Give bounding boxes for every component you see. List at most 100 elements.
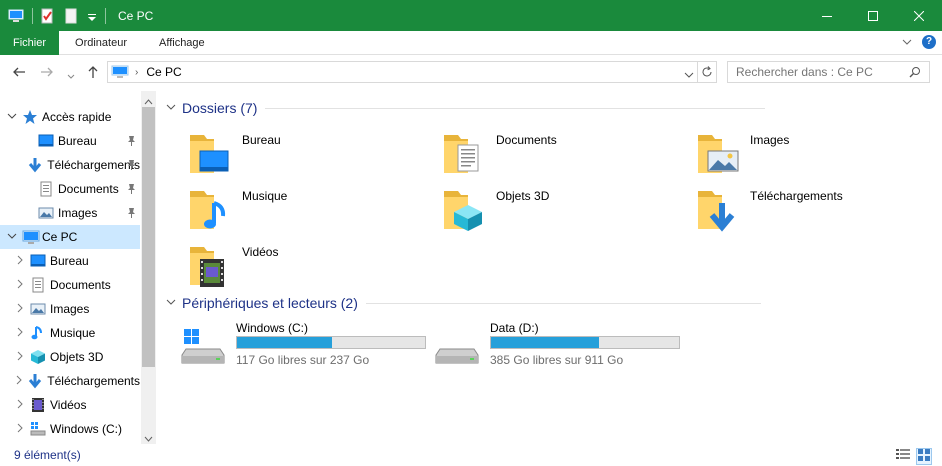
recent-locations-button[interactable] [67, 67, 75, 83]
sidebar-item-ce-pc[interactable]: Ce PC [0, 225, 140, 249]
drive-usage-bar [236, 336, 426, 349]
help-button[interactable]: ? [922, 35, 936, 49]
toolbar-separator [105, 7, 106, 24]
minimize-icon [822, 15, 832, 17]
drive-icon [30, 421, 46, 437]
image-icon [38, 205, 54, 221]
sidebar-item-musique[interactable]: Musique [0, 321, 140, 345]
new-folder-icon[interactable] [63, 8, 79, 24]
breadcrumb[interactable]: Ce PC [146, 65, 181, 79]
sidebar-item-telechargements[interactable]: Téléchargements [0, 369, 140, 393]
chevron-right-icon[interactable] [14, 399, 26, 412]
up-arrow-icon [88, 66, 98, 78]
collapse-chevron-icon[interactable] [166, 103, 176, 114]
sidebar-item-images[interactable]: Images [0, 297, 140, 321]
drive-data-d[interactable]: Data (D:) 385 Go libres sur 911 Go [434, 321, 688, 371]
sidebar-item-windows-c[interactable]: Windows (C:) [0, 417, 140, 441]
chevron-right-icon[interactable] [14, 423, 26, 436]
properties-icon[interactable] [39, 8, 55, 24]
folder-documents[interactable]: Documents [440, 129, 690, 179]
group-title: Périphériques et lecteurs (2) [182, 295, 358, 311]
image-icon [30, 301, 46, 317]
search-input[interactable] [736, 65, 906, 79]
folder-bureau[interactable]: Bureau [186, 129, 436, 179]
drives-group-header[interactable]: Périphériques et lecteurs (2) [166, 295, 761, 311]
details-view-button[interactable] [896, 448, 910, 465]
sidebar-item-images[interactable]: Images [0, 201, 140, 225]
close-button[interactable] [896, 0, 942, 31]
sidebar-item-label: Objets 3D [50, 350, 104, 364]
tab-ordinateur[interactable]: Ordinateur [59, 31, 143, 55]
folder-videos[interactable]: Vidéos [186, 241, 436, 291]
drive-windows-c[interactable]: Windows (C:) 117 Go libres sur 237 Go [180, 321, 434, 371]
sidebar-item-bureau[interactable]: Bureau [0, 249, 140, 273]
desktop-icon [38, 133, 54, 149]
downloads-folder-icon [694, 185, 742, 233]
group-divider [265, 107, 766, 109]
sidebar-item-acces-rapide[interactable]: Accès rapide [0, 105, 140, 129]
details-view-icon [896, 449, 910, 459]
folder-name: Documents [496, 133, 557, 147]
sidebar-item-documents[interactable]: Documents [0, 177, 140, 201]
address-history-button[interactable] [684, 68, 694, 82]
scroll-down-icon[interactable] [144, 431, 153, 445]
refresh-button[interactable] [697, 62, 716, 82]
folder-name: Vidéos [242, 245, 279, 259]
folders-group-header[interactable]: Dossiers (7) [166, 100, 766, 116]
sidebar-item-telechargements[interactable]: Téléchargements [0, 153, 140, 177]
chevron-right-icon[interactable] [14, 279, 26, 292]
sidebar-item-label: Ce PC [42, 230, 78, 244]
drive-usage-bar [490, 336, 680, 349]
tiles-view-button[interactable] [916, 448, 932, 465]
folder-name: Téléchargements [750, 189, 843, 203]
chevron-right-icon[interactable] [14, 375, 23, 388]
chevron-right-icon[interactable] [14, 255, 26, 268]
sidebar-item-objets-3d[interactable]: Objets 3D [0, 345, 140, 369]
collapse-chevron-icon[interactable] [166, 298, 176, 309]
computer-icon[interactable] [8, 8, 24, 24]
folder-objets-3d[interactable]: Objets 3D [440, 185, 690, 235]
chevron-right-icon[interactable] [14, 351, 26, 364]
folder-name: Bureau [242, 133, 281, 147]
data-drive-icon [434, 321, 482, 369]
chevron-right-icon[interactable] [14, 327, 26, 340]
sidebar-item-documents[interactable]: Documents [0, 273, 140, 297]
sidebar-item-label: Vidéos [50, 398, 87, 412]
folder-images[interactable]: Images [694, 129, 942, 179]
images-folder-icon [694, 129, 742, 177]
sidebar-item-videos[interactable]: Vidéos [0, 393, 140, 417]
search-box[interactable] [727, 61, 930, 83]
chevron-right-icon[interactable] [14, 303, 26, 316]
sidebar-item-label: Bureau [50, 254, 89, 268]
window-title: Ce PC [118, 8, 154, 23]
nav-scrollbar[interactable] [141, 91, 156, 444]
scroll-up-icon[interactable] [144, 94, 153, 108]
back-button[interactable] [12, 65, 26, 81]
drive-name: Data (D:) [490, 321, 539, 335]
folder-telechargements[interactable]: Téléchargements [694, 185, 942, 235]
address-bar[interactable]: › Ce PC [107, 61, 717, 83]
content-pane: Dossiers (7) Bureau Documents Images Musiqu… [156, 91, 942, 444]
document-icon [38, 181, 54, 197]
computer-icon [111, 65, 129, 79]
document-icon [30, 277, 46, 293]
breadcrumb-separator-icon: › [135, 66, 139, 78]
chevron-down-icon[interactable] [6, 232, 18, 243]
desktop-icon [30, 253, 46, 269]
chevron-down-icon[interactable] [6, 112, 18, 123]
tab-fichier[interactable]: Fichier [0, 30, 60, 55]
maximize-button[interactable] [850, 0, 896, 31]
desktop-folder-icon [186, 129, 234, 177]
up-button[interactable] [87, 65, 99, 82]
scrollbar-thumb[interactable] [142, 107, 155, 367]
title-bar: Ce PC [0, 0, 942, 31]
customize-chevron-icon[interactable] [87, 8, 97, 24]
sidebar-item-bureau[interactable]: Bureau [0, 129, 140, 153]
minimize-button[interactable] [804, 0, 850, 31]
navigation-pane: Accès rapide Bureau Téléchargements Documen… [0, 91, 156, 444]
expand-ribbon-icon[interactable] [902, 35, 912, 49]
search-icon[interactable] [909, 66, 921, 81]
folder-musique[interactable]: Musique [186, 185, 436, 235]
tab-affichage[interactable]: Affichage [143, 31, 221, 55]
forward-button[interactable] [40, 65, 54, 81]
